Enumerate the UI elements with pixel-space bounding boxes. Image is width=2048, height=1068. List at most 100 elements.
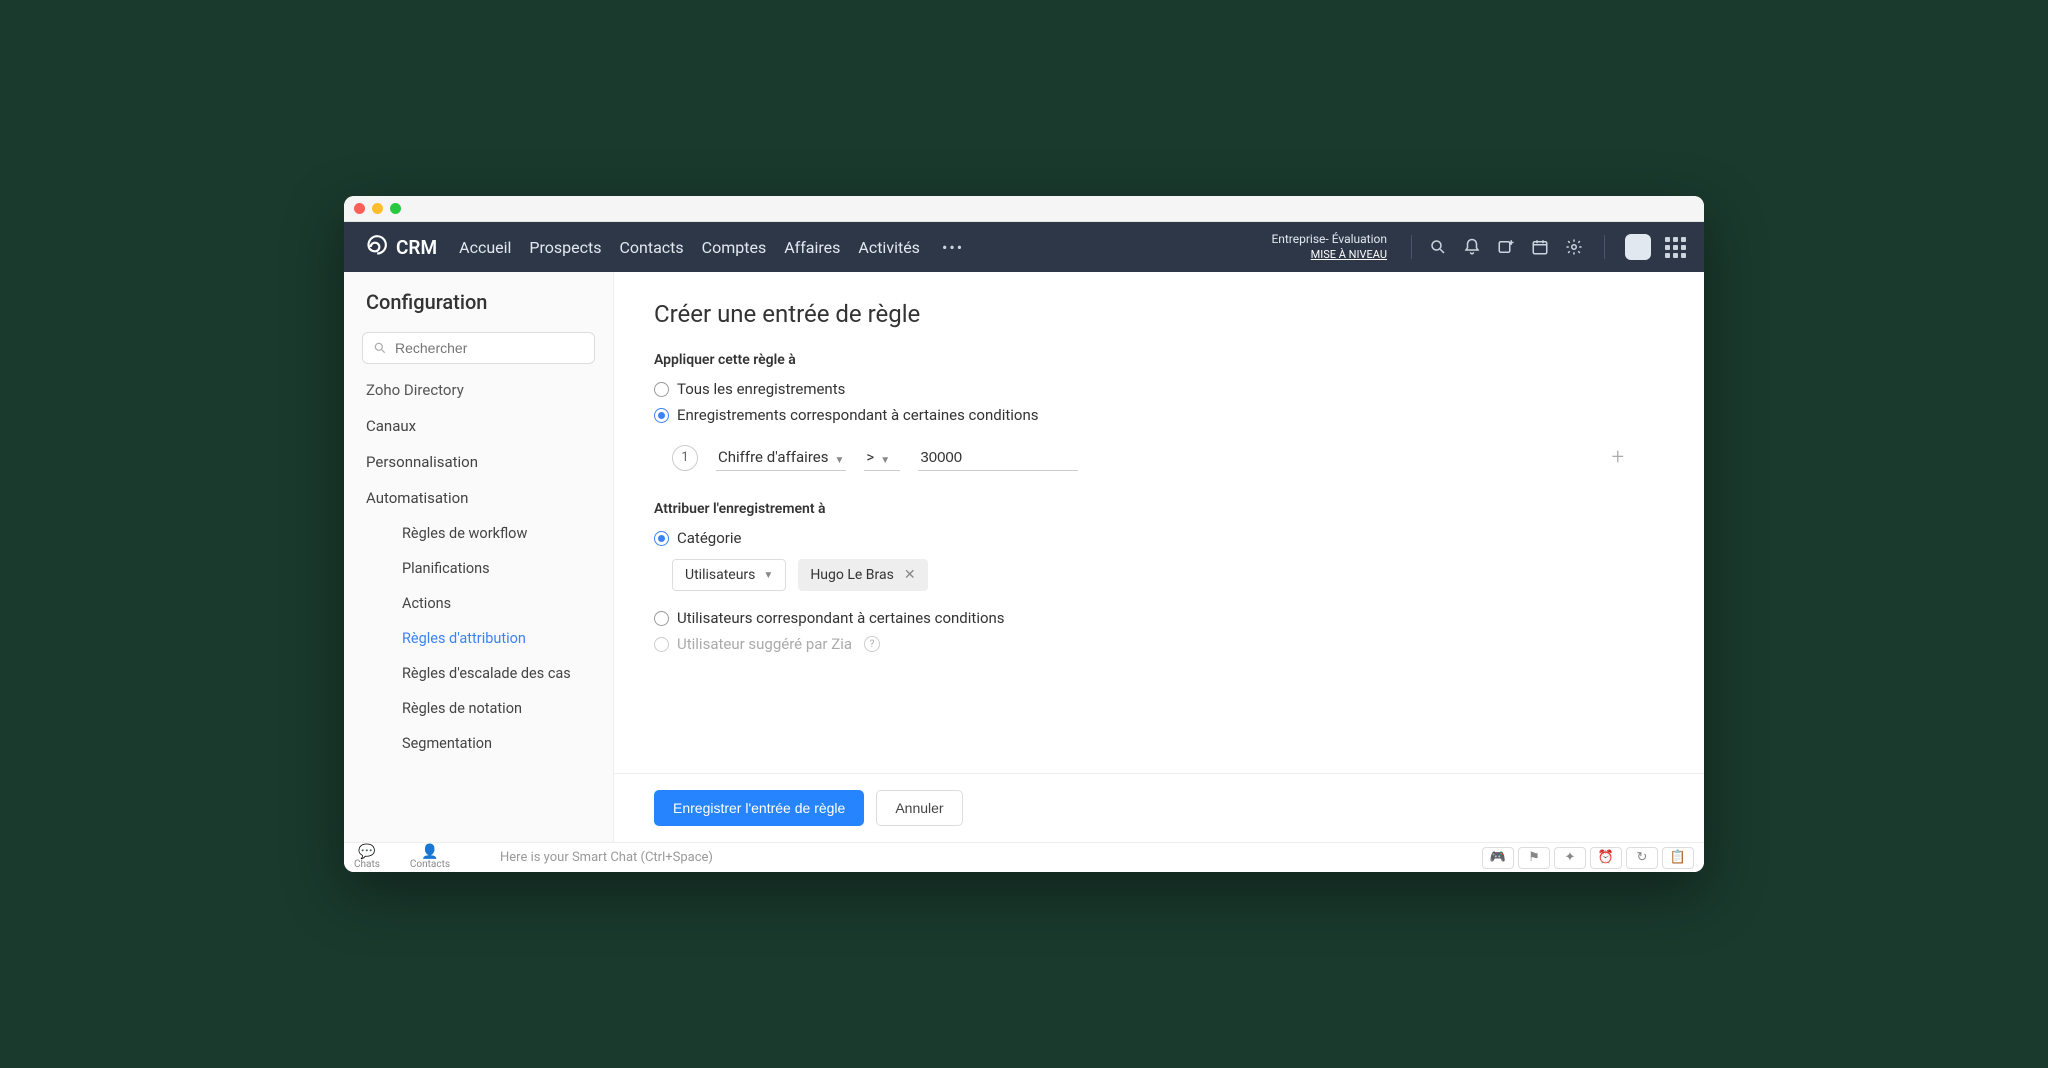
search-icon[interactable] xyxy=(1428,237,1448,257)
bottombar-gamepad-icon[interactable]: 🎮 xyxy=(1482,847,1514,869)
sidebar-list: Zoho Directory Canaux Personnalisation A… xyxy=(344,372,613,761)
sidebar-item-segmentation[interactable]: Segmentation xyxy=(402,726,613,761)
settings-sidebar: Configuration Zoho Directory Canaux Pers… xyxy=(344,272,614,842)
sidebar-sub-automatisation: Règles de workflow Planifications Action… xyxy=(366,516,613,761)
bottombar-flag-icon[interactable]: ⚑ xyxy=(1518,847,1550,869)
apps-grid-icon[interactable] xyxy=(1665,237,1686,258)
save-button[interactable]: Enregistrer l'entrée de règle xyxy=(654,790,864,826)
sidebar-item-attribution[interactable]: Règles d'attribution xyxy=(402,621,613,656)
divider xyxy=(1604,235,1605,259)
radio-label: Enregistrements correspondant à certaine… xyxy=(677,406,1039,424)
radio-assign-category[interactable]: Catégorie xyxy=(654,529,1664,547)
sidebar-item-notation[interactable]: Règles de notation xyxy=(402,691,613,726)
bottombar-clipboard-icon[interactable]: 📋 xyxy=(1662,847,1694,869)
sidebar-item-escalade[interactable]: Règles d'escalade des cas xyxy=(402,656,613,691)
brand-logo-icon xyxy=(362,234,388,260)
form-footer: Enregistrer l'entrée de règle Annuler xyxy=(614,773,1704,842)
add-condition-button[interactable]: + xyxy=(1612,445,1624,470)
condition-field-dropdown[interactable]: Chiffre d'affaires ▼ xyxy=(716,444,846,471)
window-maximize-icon[interactable] xyxy=(390,203,401,214)
condition-row: 1 Chiffre d'affaires ▼ > ▼ + xyxy=(672,444,1664,471)
radio-icon xyxy=(654,637,669,652)
bottom-bar: 💬 Chats 👤 Contacts Here is your Smart Ch… xyxy=(344,842,1704,872)
window-close-icon[interactable] xyxy=(354,203,365,214)
avatar[interactable] xyxy=(1625,234,1651,260)
sidebar-item-personnalisation[interactable]: Personnalisation xyxy=(366,444,613,480)
radio-label: Tous les enregistrements xyxy=(677,380,845,398)
top-icon-group xyxy=(1428,234,1686,260)
nav-prospects[interactable]: Prospects xyxy=(529,238,601,257)
radio-icon xyxy=(654,611,669,626)
dropdown-value: Utilisateurs xyxy=(685,567,755,583)
nav-contacts[interactable]: Contacts xyxy=(619,238,683,257)
assign-type-dropdown[interactable]: Utilisateurs ▼ xyxy=(672,559,786,591)
bottombar-chats-label: Chats xyxy=(354,859,380,870)
window-titlebar xyxy=(344,196,1704,222)
assign-section: Attribuer l'enregistrement à Catégorie U… xyxy=(654,501,1664,653)
app-window: CRM Accueil Prospects Contacts Comptes A… xyxy=(344,196,1704,872)
smart-chat-hint[interactable]: Here is your Smart Chat (Ctrl+Space) xyxy=(500,850,713,865)
help-icon[interactable]: ? xyxy=(864,636,880,652)
nav-affaires[interactable]: Affaires xyxy=(784,238,840,257)
nav-accueil[interactable]: Accueil xyxy=(459,238,511,257)
radio-apply-matching[interactable]: Enregistrements correspondant à certaine… xyxy=(654,406,1664,424)
sidebar-item-workflow[interactable]: Règles de workflow xyxy=(402,516,613,551)
radio-apply-all[interactable]: Tous les enregistrements xyxy=(654,380,1664,398)
trial-info: Entreprise- Évaluation MISE À NIVEAU xyxy=(1271,232,1387,262)
nav-comptes[interactable]: Comptes xyxy=(702,238,767,257)
brand[interactable]: CRM xyxy=(362,234,437,260)
apply-section-label: Appliquer cette règle à xyxy=(654,352,1664,368)
person-icon: 👤 xyxy=(421,845,438,859)
sidebar-item-zoho-directory[interactable]: Zoho Directory xyxy=(366,372,613,408)
sidebar-search-input[interactable] xyxy=(395,340,584,356)
assign-user-chip: Hugo Le Bras ✕ xyxy=(798,559,927,591)
bottombar-chats[interactable]: 💬 Chats xyxy=(354,845,380,870)
condition-value-input[interactable] xyxy=(918,445,1078,471)
divider xyxy=(1411,235,1412,259)
gear-icon[interactable] xyxy=(1564,237,1584,257)
sidebar-title: Configuration xyxy=(344,290,613,326)
chat-icon: 💬 xyxy=(358,845,375,859)
radio-label: Catégorie xyxy=(677,529,741,547)
assign-chip-row: Utilisateurs ▼ Hugo Le Bras ✕ xyxy=(672,559,1664,591)
page-title: Créer une entrée de règle xyxy=(654,300,1664,328)
bottombar-contacts[interactable]: 👤 Contacts xyxy=(410,845,450,870)
primary-nav: Accueil Prospects Contacts Comptes Affai… xyxy=(459,238,968,257)
radio-assign-matching[interactable]: Utilisateurs correspondant à certaines c… xyxy=(654,609,1664,627)
bottombar-contacts-label: Contacts xyxy=(410,859,450,870)
sidebar-item-planifications[interactable]: Planifications xyxy=(402,551,613,586)
assign-section-label: Attribuer l'enregistrement à xyxy=(654,501,1664,517)
condition-number: 1 xyxy=(672,445,698,471)
radio-assign-zia: Utilisateur suggéré par Zia ? xyxy=(654,635,1664,653)
chip-label: Hugo Le Bras xyxy=(810,567,894,583)
bottombar-right: 🎮 ⚑ ✦ ⏰ ↻ 📋 xyxy=(1482,847,1694,869)
sidebar-item-canaux[interactable]: Canaux xyxy=(366,408,613,444)
upgrade-link[interactable]: MISE À NIVEAU xyxy=(1271,248,1387,262)
chip-remove-icon[interactable]: ✕ xyxy=(904,567,916,583)
brand-text: CRM xyxy=(396,236,437,259)
bottombar-alarm-icon[interactable]: ⏰ xyxy=(1590,847,1622,869)
nav-activites[interactable]: Activités xyxy=(858,238,920,257)
content: Créer une entrée de règle Appliquer cett… xyxy=(614,272,1704,773)
bottombar-history-icon[interactable]: ↻ xyxy=(1626,847,1658,869)
dropdown-value: > xyxy=(866,448,874,466)
sidebar-search[interactable] xyxy=(362,332,595,364)
caret-down-icon: ▼ xyxy=(880,455,890,466)
radio-icon xyxy=(654,382,669,397)
radio-label: Utilisateurs correspondant à certaines c… xyxy=(677,609,1005,627)
bell-icon[interactable] xyxy=(1462,237,1482,257)
window-minimize-icon[interactable] xyxy=(372,203,383,214)
caret-down-icon: ▼ xyxy=(834,455,844,466)
sidebar-item-actions[interactable]: Actions xyxy=(402,586,613,621)
bottombar-zia-icon[interactable]: ✦ xyxy=(1554,847,1586,869)
condition-operator-dropdown[interactable]: > ▼ xyxy=(864,444,900,471)
app-body: Configuration Zoho Directory Canaux Pers… xyxy=(344,272,1704,842)
nav-more-icon[interactable]: ••• xyxy=(938,238,968,257)
bottombar-left: 💬 Chats 👤 Contacts Here is your Smart Ch… xyxy=(354,845,713,870)
plus-card-icon[interactable] xyxy=(1496,237,1516,257)
trial-plan: Entreprise- Évaluation xyxy=(1271,232,1387,248)
top-nav: CRM Accueil Prospects Contacts Comptes A… xyxy=(344,222,1704,272)
calendar-icon[interactable] xyxy=(1530,237,1550,257)
cancel-button[interactable]: Annuler xyxy=(876,790,962,826)
sidebar-item-automatisation[interactable]: Automatisation xyxy=(366,480,613,516)
